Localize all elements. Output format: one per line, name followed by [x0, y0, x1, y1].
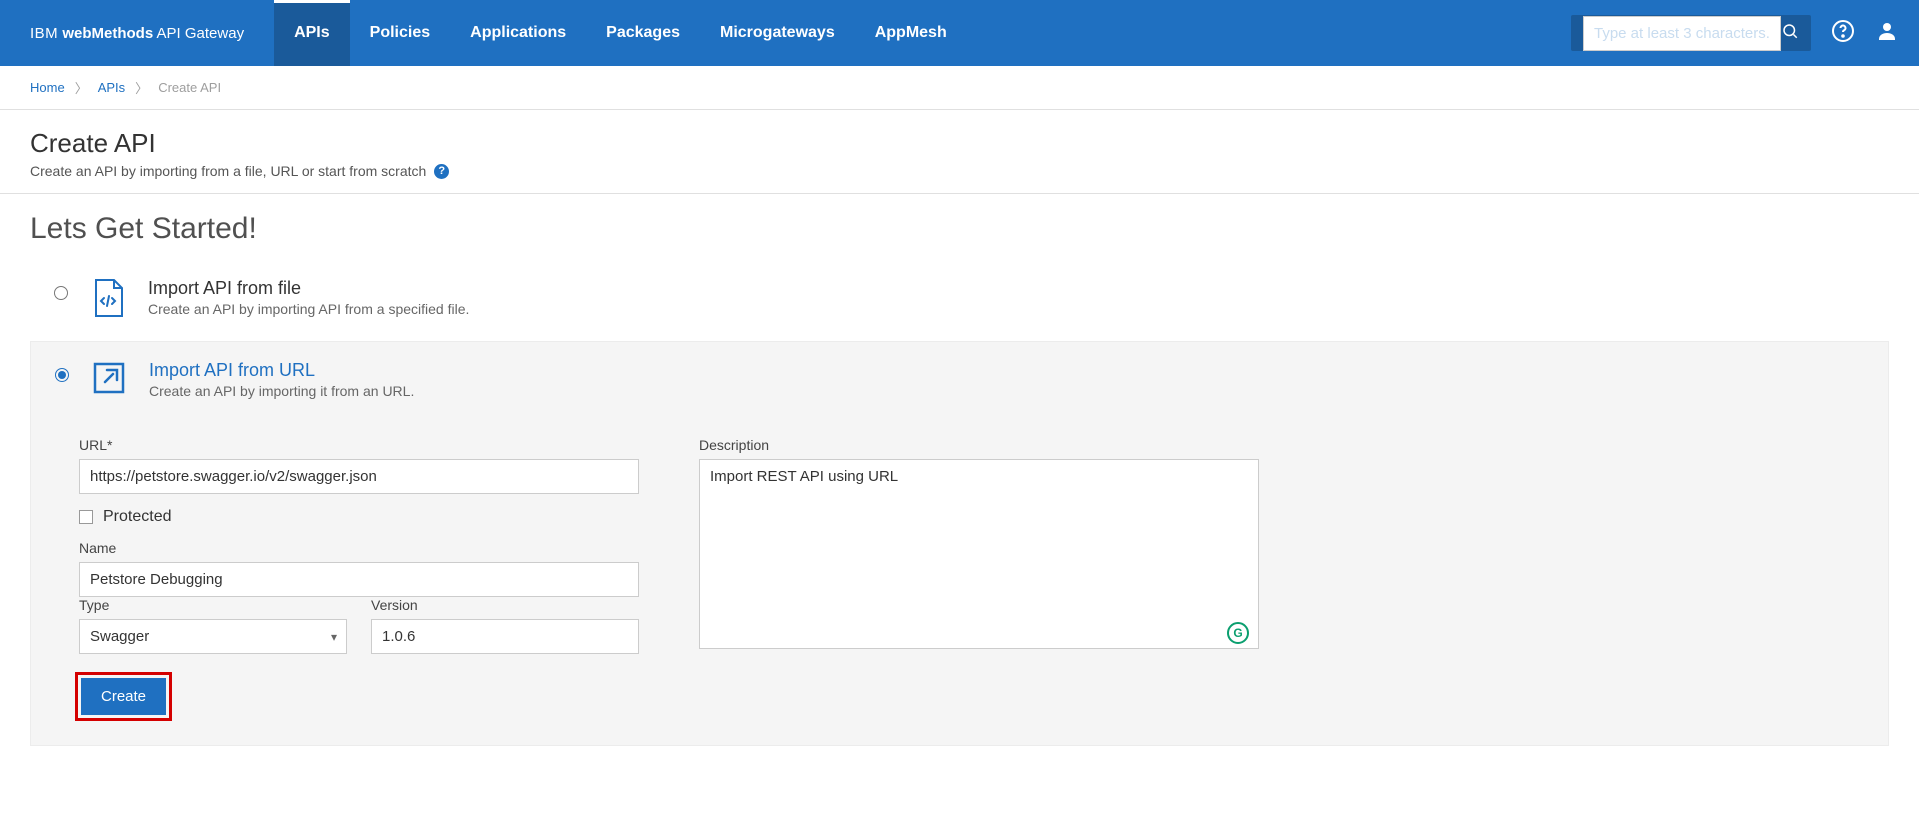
version-input[interactable]: [371, 619, 639, 654]
name-input[interactable]: [79, 562, 639, 597]
tab-label: AppMesh: [875, 24, 947, 42]
option-file-desc: Create an API by importing API from a sp…: [148, 301, 469, 317]
type-select[interactable]: Swagger: [79, 619, 347, 654]
option-file-text: Import API from file Create an API by im…: [148, 278, 469, 317]
import-url-panel: Import API from URL Create an API by imp…: [30, 341, 1889, 746]
option-file-title: Import API from file: [148, 278, 469, 299]
breadcrumb-home[interactable]: Home: [30, 80, 65, 95]
file-import-icon: [90, 278, 126, 323]
breadcrumb-sep: 〉: [135, 78, 148, 97]
form-area: URL* Protected Name Type Swagger: [31, 419, 1888, 654]
breadcrumb: Home 〉 APIs 〉 Create API: [0, 66, 1919, 110]
search-icon[interactable]: [1781, 22, 1799, 45]
form-right-column: Description G: [699, 437, 1259, 654]
grammarly-icon[interactable]: G: [1227, 622, 1249, 644]
tab-label: Packages: [606, 24, 680, 42]
tab-packages[interactable]: Packages: [586, 0, 700, 66]
lead-heading: Lets Get Started!: [30, 212, 1889, 246]
search-input[interactable]: [1583, 16, 1781, 51]
tab-policies[interactable]: Policies: [350, 0, 450, 66]
create-button-highlight: Create: [75, 672, 172, 721]
breadcrumb-apis[interactable]: APIs: [98, 80, 125, 95]
page-header: Create API Create an API by importing fr…: [0, 110, 1919, 194]
content: Lets Get Started! Import API from file C…: [0, 194, 1919, 776]
url-label: URL*: [79, 437, 639, 453]
name-label: Name: [79, 540, 639, 556]
brand-ibm: IBM: [30, 25, 58, 42]
breadcrumb-current: Create API: [158, 80, 221, 95]
tab-applications[interactable]: Applications: [450, 0, 586, 66]
main-tabs: APIs Policies Applications Packages Micr…: [274, 0, 967, 66]
tab-label: Microgateways: [720, 24, 835, 42]
protected-row: Protected: [79, 508, 639, 526]
option-import-file[interactable]: Import API from file Create an API by im…: [30, 260, 1889, 341]
page-subtitle-row: Create an API by importing from a file, …: [30, 163, 1889, 179]
description-label: Description: [699, 437, 1259, 453]
version-label: Version: [371, 597, 639, 613]
option-import-url[interactable]: Import API from URL Create an API by imp…: [31, 342, 1888, 419]
brand: IBM webMethods API Gateway: [30, 25, 244, 42]
tab-label: APIs: [294, 24, 330, 42]
tab-microgateways[interactable]: Microgateways: [700, 0, 855, 66]
tab-apis[interactable]: APIs: [274, 0, 350, 66]
form-left-column: URL* Protected Name Type Swagger: [79, 437, 639, 654]
option-url-text: Import API from URL Create an API by imp…: [149, 360, 414, 399]
create-button[interactable]: Create: [81, 678, 166, 715]
breadcrumb-sep: 〉: [75, 78, 88, 97]
topbar: IBM webMethods API Gateway APIs Policies…: [0, 0, 1919, 66]
search-box[interactable]: [1571, 15, 1811, 51]
type-label: Type: [79, 597, 347, 613]
tab-appmesh[interactable]: AppMesh: [855, 0, 967, 66]
radio-import-file[interactable]: [54, 286, 68, 300]
tab-label: Applications: [470, 24, 566, 42]
url-import-icon: [91, 360, 127, 401]
option-url-desc: Create an API by importing it from an UR…: [149, 383, 414, 399]
option-url-title: Import API from URL: [149, 360, 414, 381]
protected-label: Protected: [103, 508, 171, 526]
topbar-right: [1571, 15, 1899, 51]
brand-webmethods: webMethods: [62, 25, 153, 42]
description-textarea[interactable]: [699, 459, 1259, 649]
brand-gateway: API Gateway: [157, 25, 245, 42]
user-icon[interactable]: [1875, 19, 1899, 48]
type-select-wrap: Swagger: [79, 619, 347, 654]
help-dot-icon[interactable]: ?: [434, 164, 449, 179]
help-icon[interactable]: [1831, 19, 1855, 48]
description-wrap: G: [699, 459, 1259, 654]
tab-label: Policies: [370, 24, 430, 42]
page-subtitle: Create an API by importing from a file, …: [30, 163, 426, 179]
page-title: Create API: [30, 128, 1889, 159]
url-input[interactable]: [79, 459, 639, 494]
protected-checkbox[interactable]: [79, 510, 93, 524]
radio-import-url[interactable]: [55, 368, 69, 382]
